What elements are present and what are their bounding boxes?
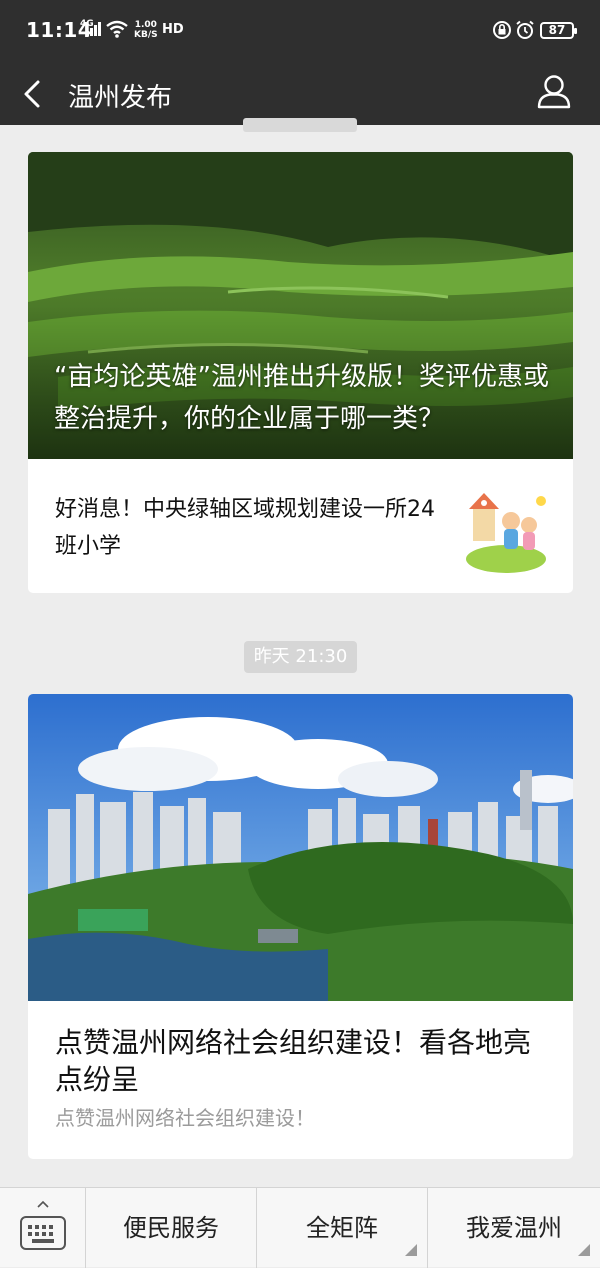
- article-card[interactable]: “亩均论英雄”温州推出升级版！奖评优惠或整治提升，你的企业属于哪一类？ 好消息！…: [28, 152, 573, 593]
- sub-article-title: 好消息！中央绿轴区域规划建设一所24班小学: [55, 497, 435, 559]
- network-speed: 1.00 KB/S: [134, 20, 158, 40]
- profile-icon[interactable]: [534, 70, 574, 114]
- header: 温州发布: [0, 62, 600, 125]
- timestamp-partial: [243, 118, 357, 132]
- submenu-indicator-icon: [405, 1244, 417, 1256]
- menu-item-love-wenzhou[interactable]: 我爱温州: [428, 1188, 600, 1268]
- menu-item-label: 全矩阵: [306, 1214, 378, 1242]
- menu-item-full-matrix[interactable]: 全矩阵: [257, 1188, 428, 1268]
- back-arrow-icon[interactable]: [20, 76, 46, 112]
- keyboard-icon: [20, 1216, 66, 1250]
- cover-headline: “亩均论英雄”温州推出升级版！奖评优惠或整治提升，你的企业属于哪一类？: [54, 362, 549, 434]
- status-bar: 11:14 4G 1.00 KB/S HD 87: [0, 0, 600, 62]
- menu-item-label: 我爱温州: [466, 1214, 562, 1242]
- hd-badge: HD: [162, 22, 184, 37]
- city-skyline-image: [28, 694, 573, 1001]
- sub-article-item[interactable]: 好消息！中央绿轴区域规划建设一所24班小学: [28, 459, 573, 593]
- signal-icon: [86, 22, 101, 36]
- article-cover[interactable]: “亩均论英雄”温州推出升级版！奖评优惠或整治提升，你的企业属于哪一类？: [28, 152, 573, 459]
- page-title: 温州发布: [68, 83, 173, 113]
- bottom-menu: 便民服务 全矩阵 我爱温州: [0, 1187, 600, 1268]
- menu-item-label: 便民服务: [123, 1214, 219, 1242]
- article-card-2[interactable]: 点赞温州网络社会组织建设！看各地亮点纷呈 点赞温州网络社会组织建设！: [28, 694, 573, 1159]
- speed-value: 1.00: [134, 20, 157, 30]
- article-title: 点赞温州网络社会组织建设！看各地亮点纷呈: [55, 1026, 532, 1096]
- keyboard-toggle-button[interactable]: [0, 1188, 86, 1268]
- wifi-icon: [106, 20, 128, 38]
- battery-indicator: 87: [540, 22, 577, 39]
- article-description: 点赞温州网络社会组织建设！: [55, 1106, 315, 1130]
- submenu-indicator-icon: [578, 1244, 590, 1256]
- rotation-lock-icon: [493, 21, 511, 39]
- school-kids-thumbnail: [463, 487, 549, 573]
- caret-up-icon: [37, 1200, 49, 1208]
- menu-item-convenience-services[interactable]: 便民服务: [86, 1188, 257, 1268]
- alarm-icon: [516, 20, 534, 39]
- timestamp: 昨天 21:30: [244, 641, 357, 673]
- speed-unit: KB/S: [134, 30, 158, 40]
